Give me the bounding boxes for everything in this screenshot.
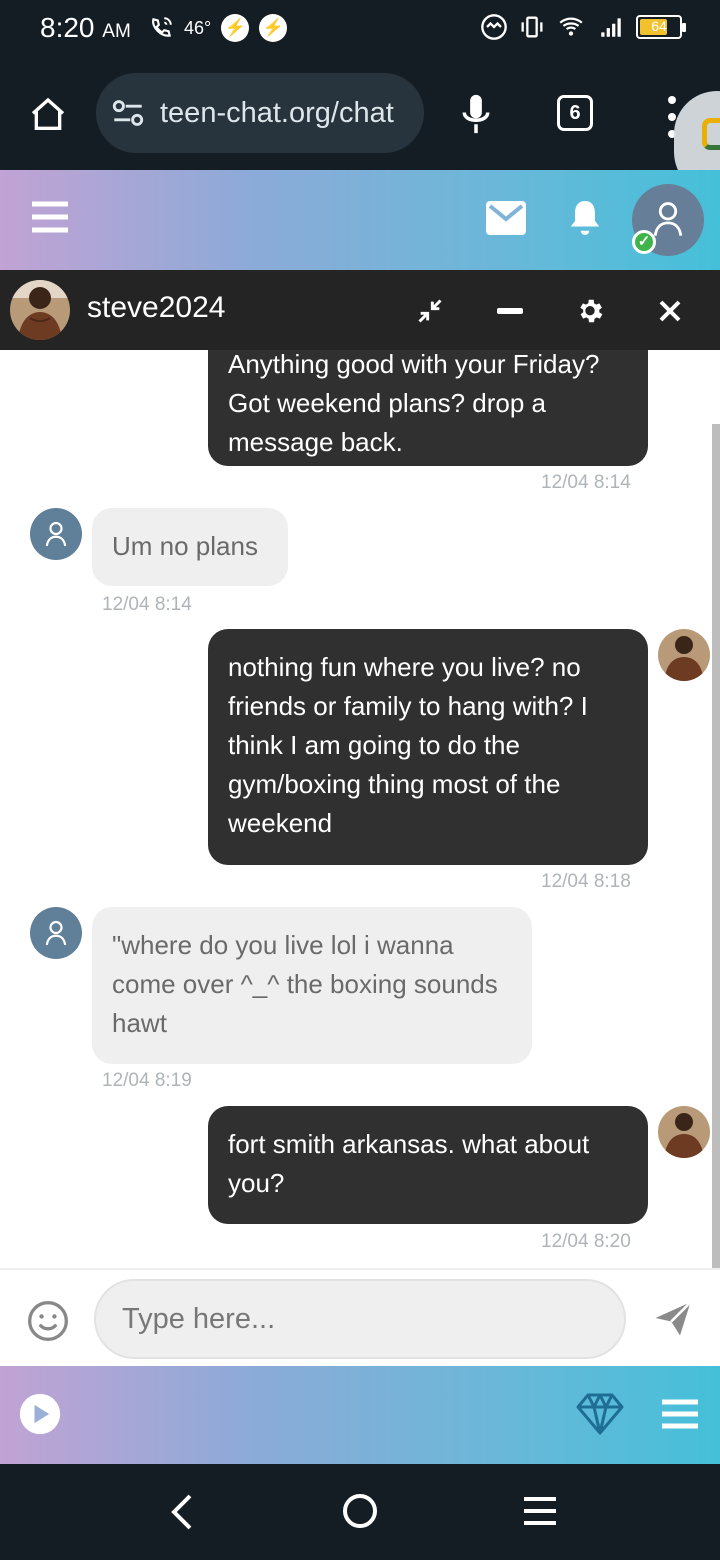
microphone-icon[interactable]	[458, 92, 494, 136]
gear-icon	[580, 299, 603, 323]
user-avatar-button[interactable]: ✓	[632, 184, 704, 256]
scrollbar[interactable]	[712, 424, 720, 1268]
message-time: 12/04 8:19	[102, 1070, 192, 1091]
recent-apps-icon[interactable]	[524, 1496, 556, 1526]
message-composer	[0, 1268, 720, 1366]
user-icon	[653, 202, 683, 236]
sender-photo[interactable]	[658, 1106, 710, 1158]
user-avatar[interactable]	[30, 907, 82, 959]
play-icon[interactable]	[18, 1392, 62, 1436]
wifi-call-icon	[152, 17, 172, 37]
menu-icon[interactable]	[662, 1399, 698, 1429]
bell-icon[interactable]	[568, 198, 602, 238]
online-status-icon: ✓	[632, 230, 656, 254]
profile-photo[interactable]	[10, 280, 70, 340]
home-nav-icon[interactable]	[342, 1493, 378, 1529]
collapse-icon	[418, 299, 442, 323]
message-time: 12/04 8:20	[541, 1231, 631, 1252]
chat-header: steve2024	[0, 270, 720, 350]
speed-icon: ⚡	[221, 14, 250, 42]
message-list[interactable]: Anything good with your Friday? Got week…	[0, 350, 720, 1268]
message-time: 12/04 8:18	[541, 871, 631, 892]
status-left-icons: 46° ⚡ ⚡	[148, 14, 288, 42]
mail-icon[interactable]	[486, 201, 526, 235]
screen: 8:20 AM 46° ⚡ ⚡ 64 teen-chat.org/chat 6	[0, 0, 720, 1560]
send-icon[interactable]	[652, 1297, 694, 1339]
message-bubble-sent: nothing fun where you live? no friends o…	[208, 629, 648, 865]
close-icon	[659, 300, 681, 322]
message-bubble-sent: Anything good with your Friday? Got week…	[208, 350, 648, 466]
data-saver-icon	[481, 14, 507, 40]
menu-icon[interactable]	[32, 201, 68, 233]
tab-count-button[interactable]: 6	[557, 95, 593, 131]
status-time: 8:20 AM	[40, 12, 131, 43]
message-input[interactable]	[94, 1279, 626, 1359]
temperature: 46°	[184, 17, 212, 38]
speed-icon: ⚡	[259, 14, 288, 42]
message-time: 12/04 8:14	[541, 472, 631, 493]
sender-photo[interactable]	[658, 629, 710, 681]
signal-icon	[601, 18, 621, 37]
back-icon[interactable]	[168, 1493, 196, 1531]
message-bubble-received: "where do you live lol i wanna come over…	[92, 907, 532, 1064]
minimize-button[interactable]	[493, 294, 527, 328]
message-bubble-sent: fort smith arkansas. what about you?	[208, 1106, 648, 1224]
browser-toolbar: teen-chat.org/chat 6	[0, 58, 720, 170]
user-avatar[interactable]	[30, 508, 82, 560]
close-chat-button[interactable]	[653, 294, 687, 328]
url-text: teen-chat.org/chat	[160, 97, 394, 129]
home-icon[interactable]	[28, 95, 68, 135]
collapse-button[interactable]	[413, 294, 447, 328]
wifi-icon	[559, 17, 583, 36]
android-navigation-bar	[0, 1464, 720, 1560]
site-header: ✓	[0, 170, 720, 270]
site-settings-icon[interactable]	[112, 99, 144, 127]
vibrate-icon	[521, 16, 543, 38]
diamond-icon[interactable]	[576, 1393, 624, 1435]
app-logo-icon	[702, 118, 720, 150]
footer-bar	[0, 1366, 720, 1464]
url-bar[interactable]: teen-chat.org/chat	[96, 73, 424, 153]
status-right-icons: 64	[480, 13, 686, 41]
minimize-icon	[497, 308, 523, 314]
chat-username: steve2024	[87, 291, 226, 324]
message-time: 12/04 8:14	[102, 594, 192, 615]
user-icon	[45, 920, 67, 946]
battery-icon: 64	[636, 15, 686, 39]
emoji-icon[interactable]	[26, 1299, 70, 1343]
message-bubble-received: Um no plans	[92, 508, 288, 586]
status-bar: 8:20 AM 46° ⚡ ⚡ 64	[0, 0, 720, 58]
user-icon	[45, 521, 67, 547]
settings-button[interactable]	[573, 294, 607, 328]
